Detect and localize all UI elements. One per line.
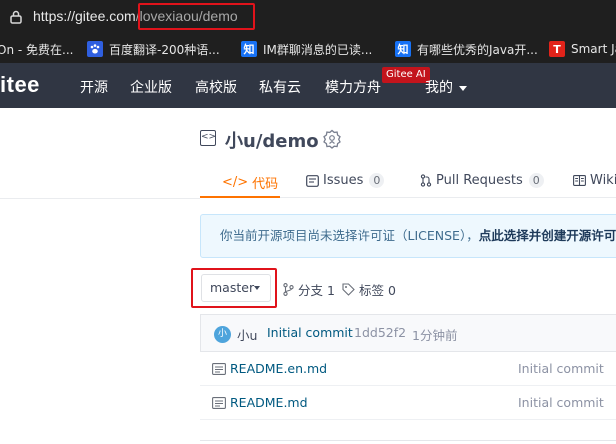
nav-item-education[interactable]: 高校版 [195,77,237,97]
avatar[interactable]: 小 [214,326,231,343]
file-row[interactable]: README.md Initial commit [200,386,616,420]
commit-time: 1分钟前 [412,328,458,343]
nav-item-enterprise[interactable]: 企业版 [130,77,172,97]
tab-code[interactable]: </> 代码 [222,173,278,192]
tab-pull-requests-label: Pull Requests [436,173,523,188]
commit-author[interactable]: 小u [237,325,257,344]
repo-code-icon: <> [200,130,216,146]
bookmark-item-3[interactable]: 知 有哪些优秀的Java开... [395,40,538,58]
browser-address-bar: https://gitee.com/lovexiaou/demo [0,0,616,34]
zhihu-icon: 知 [241,41,257,57]
pull-requests-count-badge: 0 [528,173,544,188]
gitee-ai-badge: Gitee AI [382,67,430,83]
file-list-bottom-border [200,440,616,441]
bookmark-label: On - 免费在... [0,42,74,57]
active-tab-underline [200,196,280,198]
nav-item-open-source[interactable]: 开源 [80,77,108,97]
tab-wiki[interactable]: Wiki [573,173,616,188]
bookmark-label: IM群聊消息的已读... [263,42,373,57]
pull-request-icon [420,174,432,187]
branch-icon [283,283,294,296]
nav-mine-label: 我的 [425,80,453,96]
tab-issues-label: Issues [323,173,364,188]
license-notice: 你当前开源项目尚未选择许可证（LICENSE），点此选择并创建开源许可 [200,214,616,258]
file-text-icon [212,397,226,409]
certified-badge-icon[interactable] [322,129,342,149]
issues-count-badge: 0 [369,173,385,188]
file-name[interactable]: README.en.md [230,361,327,376]
gitee-logo[interactable]: itee [0,72,40,98]
chevron-down-icon [459,85,467,91]
bookmarks-bar: On - 免费在... 百度翻译-200种语... 知 IM群聊消息的已读...… [0,34,616,63]
latest-commit-bar: 小 小u Initial commit 1dd52f2 1分钟前 [200,314,616,352]
nav-item-mine[interactable]: 我的 [425,77,467,97]
license-create-link[interactable]: 点此选择并创建开源许可 [479,228,616,243]
sidebar-divider [0,198,200,199]
commit-hash[interactable]: 1dd52f2 [354,325,406,340]
file-name[interactable]: README.md [230,395,308,410]
repo-title[interactable]: 小u/demo [225,127,319,153]
nav-item-private-cloud[interactable]: 私有云 [259,77,301,97]
gitee-navbar: itee 开源 企业版 高校版 私有云 模力方舟 Gitee AI 我的 [0,63,616,108]
branches-label: 分支 1 [298,283,335,298]
issues-icon [306,174,319,187]
file-commit-message[interactable]: Initial commit [518,395,604,410]
tags-label: 标签 0 [359,283,396,298]
chevron-down-icon [254,286,260,290]
bookmark-item-1[interactable]: 百度翻译-200种语... [87,40,220,58]
baidu-paw-icon [87,41,103,57]
zhihu-icon: 知 [395,41,411,57]
commit-message[interactable]: Initial commit [267,325,353,340]
license-notice-text: 你当前开源项目尚未选择许可证（LICENSE）， [220,228,479,243]
wiki-icon [573,175,586,186]
lock-icon [10,10,22,24]
bookmark-item-4[interactable]: T Smart Ja [549,40,616,58]
branch-select-value: master [210,280,255,295]
nav-item-moli-fangzhou[interactable]: 模力方舟 [325,77,381,97]
tag-icon [342,283,355,296]
bookmark-item-2[interactable]: 知 IM群聊消息的已读... [241,40,372,58]
branches-link[interactable]: 分支 1 [283,280,335,299]
tab-wiki-label: Wiki [590,173,616,188]
bookmark-label: 百度翻译-200种语... [109,42,220,57]
bookmark-label: 有哪些优秀的Java开... [417,42,538,57]
file-commit-message[interactable]: Initial commit [518,361,604,376]
tags-link[interactable]: 标签 0 [342,280,396,299]
url-highlight-box [138,3,255,30]
file-row[interactable]: README.en.md Initial commit [200,352,616,386]
bookmark-label: Smart Ja [571,42,616,56]
bookmark-item-0[interactable]: On - 免费在... [0,40,73,58]
t-logo-icon: T [549,41,565,57]
tab-issues[interactable]: Issues 0 [306,173,385,188]
tab-code-label: 代码 [252,177,279,192]
tab-pull-requests[interactable]: Pull Requests 0 [420,173,544,188]
file-text-icon [212,363,226,375]
code-icon: </> [222,175,249,190]
branch-select[interactable]: master [201,274,271,302]
url-host: https://gitee.com [33,8,136,24]
